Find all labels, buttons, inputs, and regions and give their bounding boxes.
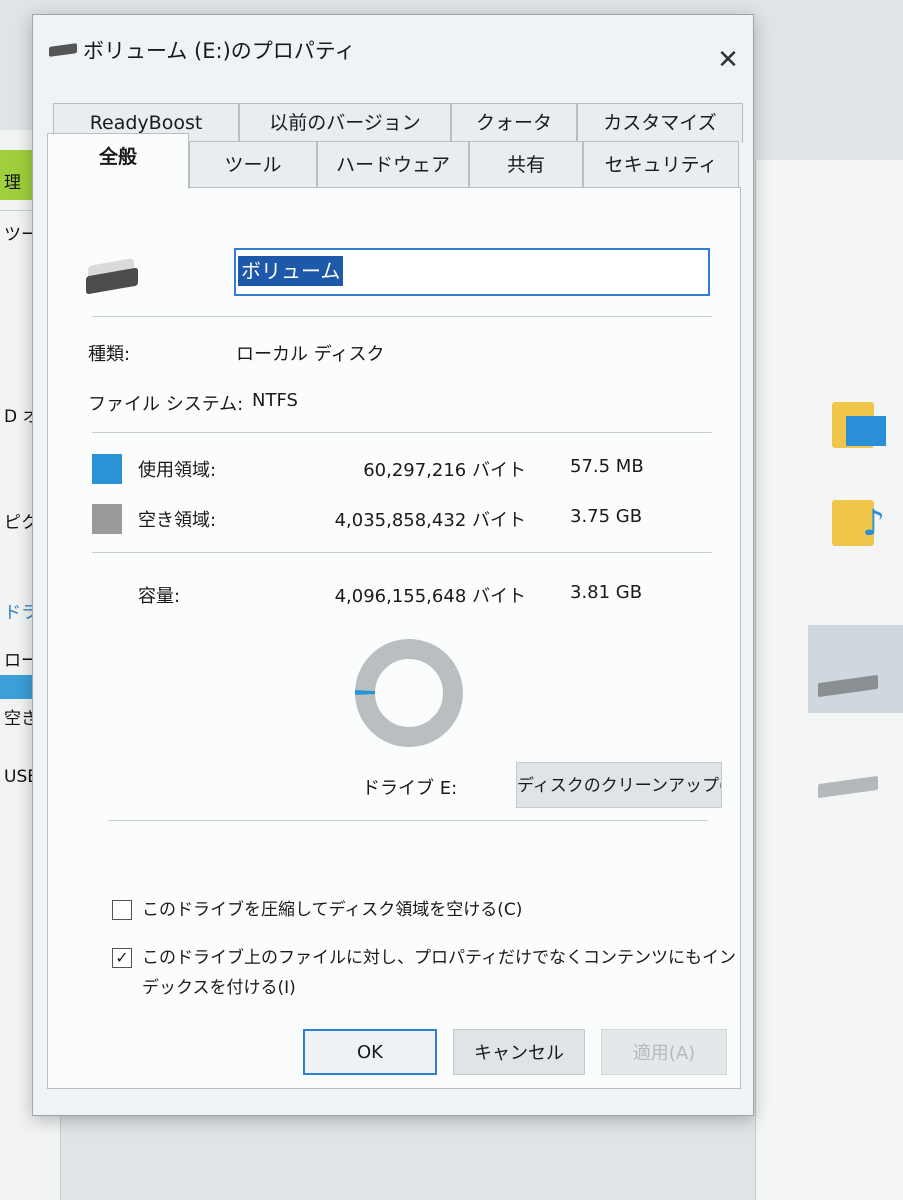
capacity-size: 3.81 GB xyxy=(570,582,643,603)
drive-tile-selected[interactable] xyxy=(808,625,903,713)
tab-customize[interactable]: カスタマイズ xyxy=(577,103,743,143)
free-space-swatch xyxy=(92,504,122,534)
type-value: ローカル ディスク xyxy=(236,344,385,365)
tab-general[interactable]: 全般 xyxy=(47,133,189,189)
divider xyxy=(92,552,712,553)
disk-cleanup-button[interactable]: ディスクのクリーンアップ(D) xyxy=(516,762,722,808)
drive-icon xyxy=(818,674,878,698)
cancel-button[interactable]: キャンセル xyxy=(453,1029,585,1075)
background-explorer-right: ♪ xyxy=(755,160,903,1200)
free-space-ring xyxy=(355,639,463,747)
drive-letter-label: ドライブ E: xyxy=(362,778,458,799)
compress-checkbox[interactable] xyxy=(112,900,132,920)
music-folder-icon[interactable]: ♪ xyxy=(832,490,888,546)
volume-name-selection: ボリューム xyxy=(238,256,344,286)
tab-sharing[interactable]: 共有 xyxy=(469,141,583,187)
index-checkbox[interactable]: ✓ xyxy=(112,948,132,968)
filesystem-label: ファイル システム: xyxy=(88,394,244,415)
usage-donut-chart xyxy=(355,639,463,747)
folder-icon[interactable] xyxy=(832,392,888,448)
general-tab-panel: ボリューム 種類: ローカル ディスク ファイル システム: NTFS 使用領域… xyxy=(47,187,741,1089)
free-space-label: 空き領域: xyxy=(138,510,217,531)
drive-icon xyxy=(49,43,77,57)
properties-dialog: ボリューム (E:)のプロパティ ✕ ReadyBoost 以前のバージョン ク… xyxy=(32,14,754,1116)
dialog-title: ボリューム (E:)のプロパティ xyxy=(83,39,356,63)
used-space-bytes: 60,297,216 バイト xyxy=(363,460,526,481)
used-space-swatch xyxy=(92,454,122,484)
title-bar[interactable]: ボリューム (E:)のプロパティ ✕ xyxy=(33,15,753,85)
drive-icon xyxy=(84,257,140,298)
compress-checkbox-label[interactable]: このドライブを圧縮してディスク領域を空ける(C) xyxy=(142,895,522,925)
capacity-label: 容量: xyxy=(138,586,181,607)
free-space-bytes: 4,035,858,432 バイト xyxy=(334,510,526,531)
index-checkbox-label-line1[interactable]: このドライブ上のファイルに対し、プロパティだけでなくコンテンツにもイン xyxy=(142,943,736,973)
index-checkbox-label-line2[interactable]: デックスを付ける(I) xyxy=(142,973,296,1003)
bg-text-0: 理 xyxy=(4,173,21,193)
tab-hardware[interactable]: ハードウェア xyxy=(317,141,469,187)
divider xyxy=(92,316,712,317)
divider xyxy=(92,432,712,433)
tab-previous-versions[interactable]: 以前のバージョン xyxy=(239,103,451,143)
tab-tools[interactable]: ツール xyxy=(189,141,317,187)
ok-button[interactable]: OK xyxy=(303,1029,437,1075)
apply-button[interactable]: 適用(A) xyxy=(601,1029,727,1075)
divider xyxy=(108,820,708,821)
tab-quota[interactable]: クォータ xyxy=(451,103,577,143)
capacity-bytes: 4,096,155,648 バイト xyxy=(334,586,526,607)
usb-drive-icon[interactable] xyxy=(818,775,878,799)
type-label: 種類: xyxy=(88,344,131,365)
used-space-size: 57.5 MB xyxy=(570,456,644,477)
tab-security[interactable]: セキュリティ xyxy=(583,141,739,187)
close-button[interactable]: ✕ xyxy=(711,43,745,77)
free-space-size: 3.75 GB xyxy=(570,506,643,527)
filesystem-value: NTFS xyxy=(252,390,298,411)
used-space-label: 使用領域: xyxy=(138,460,217,481)
